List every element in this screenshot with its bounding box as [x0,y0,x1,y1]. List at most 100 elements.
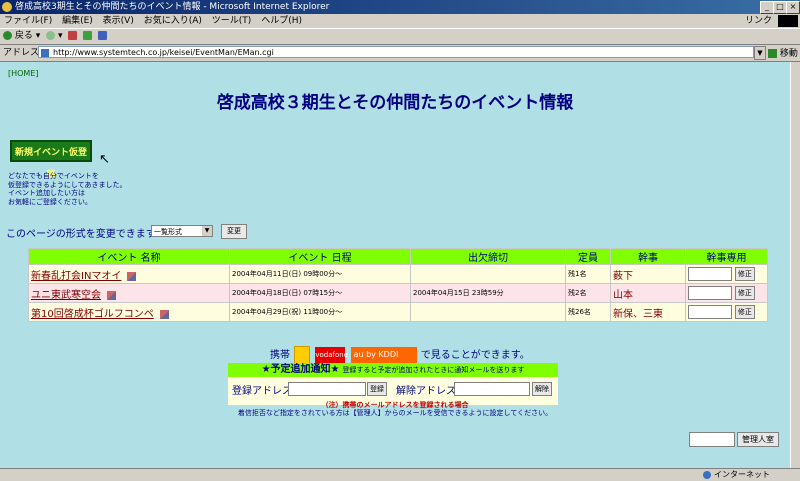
go-label: 移動 [779,49,798,59]
standard-toolbar: 戻る ▾ ▾ [0,29,800,45]
address-bar: アドレス(D) http://www.systemtech.co.jp/keis… [0,45,800,62]
unregister-label: 解除アドレス: [396,386,460,397]
col-header-organizer: 幹事 [610,248,686,265]
register-label: 登録アドレス: [232,386,296,397]
edit-button[interactable]: 修正 [734,267,755,281]
forward-button[interactable]: ▾ [46,29,63,44]
address-dropdown-button[interactable]: ▼ [754,46,766,60]
event-deadline [410,264,566,284]
status-bar: インターネット [0,468,800,481]
col-header-deadline: 出欠締切 [410,248,566,265]
register-email-input[interactable] [288,382,366,396]
register-button[interactable]: 登録 [367,382,387,396]
event-name-link[interactable]: 第10回啓成杯ゴルフコンペ [31,309,154,320]
maximize-button[interactable]: □ [773,1,787,14]
event-name-cell: 第10回啓成杯ゴルフコンペ [28,302,230,322]
menu-tools[interactable]: ツール(T) [212,16,252,26]
photo-icon[interactable] [127,271,137,281]
docomo-icon[interactable] [294,346,311,364]
vodafone-logo[interactable]: vodafone [315,347,348,363]
organizer-only-cell: 修正 [685,264,768,284]
mobile-access-line: 携帯 vodafone au by KDDI で見ることができます。 [270,346,530,364]
table-row: 第10回啓成杯ゴルフコンペ 2004年04月29日(祝) 11時00分～ 残26… [28,302,768,322]
table-header-row: イベント 名称 イベント 日程 出欠締切 定員 幹事 幹事専用 [28,248,768,265]
menu-file[interactable]: ファイル(F) [4,16,52,26]
event-deadline: 2004年04月15日 23時59分 [410,283,566,303]
page-icon [41,49,49,57]
au-logo[interactable]: au by KDDI [350,347,417,363]
event-date: 2004年04月11日(日) 09時00分～ [229,264,411,284]
event-capacity: 残26名 [565,302,611,322]
notify-title-bar: ★予定追加通知★ 登録すると予定が追加されたときに通知メールを送ります [228,363,558,377]
vertical-scrollbar[interactable] [790,62,800,468]
event-deadline [410,302,566,322]
unregister-button[interactable]: 解除 [532,382,552,396]
window-title-bar: 啓成高校3期生とその仲間たちのイベント情報 - Microsoft Intern… [0,0,800,14]
col-header-name: イベント 名称 [28,248,230,265]
registration-notice: どなたでも自分でイベントを 仮登録できるようにしてあきました。 イベント追加した… [8,172,127,206]
close-button[interactable]: × [786,1,800,14]
stop-button[interactable] [68,29,78,44]
notify-subtitle: 登録すると予定が追加されたときに通知メールを送ります [342,366,525,374]
home-link[interactable]: [HOME] [8,69,39,78]
event-capacity: 残1名 [565,264,611,284]
page-title: 啓成高校３期生とその仲間たちのイベント情報 [216,93,574,113]
security-zone: インターネット [703,469,770,481]
home-icon [98,31,108,40]
admin-room-button[interactable]: 管理人室 [737,432,779,447]
mouse-cursor-icon: ↖ [99,152,110,167]
back-arrow-icon [3,31,12,40]
edit-button[interactable]: 修正 [734,305,755,319]
edit-password-input[interactable] [688,286,732,300]
chevron-down-icon: ▼ [202,226,212,236]
event-organizer: 山本 [610,283,686,303]
mobile-suffix: で見ることができます。 [420,350,530,361]
admin-password-input[interactable] [689,432,735,447]
col-header-organizer-only: 幹事専用 [685,248,768,265]
event-organizer: 新保、三東 [610,302,686,322]
photo-icon[interactable] [159,309,169,319]
forward-arrow-icon [46,31,56,40]
menu-help[interactable]: ヘルプ(H) [261,16,302,26]
organizer-only-cell: 修正 [685,302,768,322]
event-name-link[interactable]: ユニ東武寒空会 [31,290,101,301]
windows-logo-icon [778,15,798,27]
back-button[interactable]: 戻る ▾ [3,29,40,44]
menu-favorites[interactable]: お気に入り(A) [144,16,202,26]
edit-password-input[interactable] [688,267,732,281]
page-content: [HOME] 啓成高校３期生とその仲間たちのイベント情報 新規イベント仮登録 ↖… [0,62,790,468]
col-header-capacity: 定員 [565,248,611,265]
zone-label: インターネット [714,470,770,479]
refresh-button[interactable] [83,29,93,44]
format-label: このページの形式を変更できます [6,229,156,240]
links-label[interactable]: リンク [745,14,772,28]
globe-icon [703,470,712,479]
unregister-email-input[interactable] [454,382,530,396]
photo-icon[interactable] [107,290,116,300]
address-url: http://www.systemtech.co.jp/keisei/Event… [53,48,274,57]
format-select[interactable]: 一覧形式 ▼ [151,225,213,237]
organizer-only-cell: 修正 [685,283,768,303]
minimize-button[interactable]: _ [760,1,774,14]
refresh-icon [83,31,93,40]
event-name-link[interactable]: 新春乱打会INマオイ [31,271,121,282]
edit-button[interactable]: 修正 [734,286,755,300]
menu-view[interactable]: 表示(V) [103,16,134,26]
mobile-email-note: 着信拒否など指定をされている方は【管理人】からのメールを受信できるように設定して… [237,409,553,417]
go-button[interactable]: 移動 [768,46,798,62]
event-date: 2004年04月18日(日) 07時15分～ [229,283,411,303]
mobile-prefix: 携帯 [270,350,290,361]
new-event-button[interactable]: 新規イベント仮登録 [10,140,92,180]
window-title: 啓成高校3期生とその仲間たちのイベント情報 - Microsoft Intern… [15,2,330,12]
address-input[interactable]: http://www.systemtech.co.jp/keisei/Event… [38,46,754,58]
edit-password-input[interactable] [688,305,732,319]
table-row: ユニ東武寒空会 2004年04月18日(日) 07時15分～ 2004年04月1… [28,283,768,303]
events-table: イベント 名称 イベント 日程 出欠締切 定員 幹事 幹事専用 新春乱打会INマ… [28,248,768,322]
table-row: 新春乱打会INマオイ 2004年04月11日(日) 09時00分～ 残1名 薮下… [28,264,768,284]
event-date: 2004年04月29日(祝) 11時00分～ [229,302,411,322]
change-format-button[interactable]: 変更 [221,224,247,239]
go-arrow-icon [768,49,777,58]
home-button[interactable] [98,29,108,44]
menu-edit[interactable]: 編集(E) [62,16,93,26]
back-label: 戻る [14,31,33,41]
